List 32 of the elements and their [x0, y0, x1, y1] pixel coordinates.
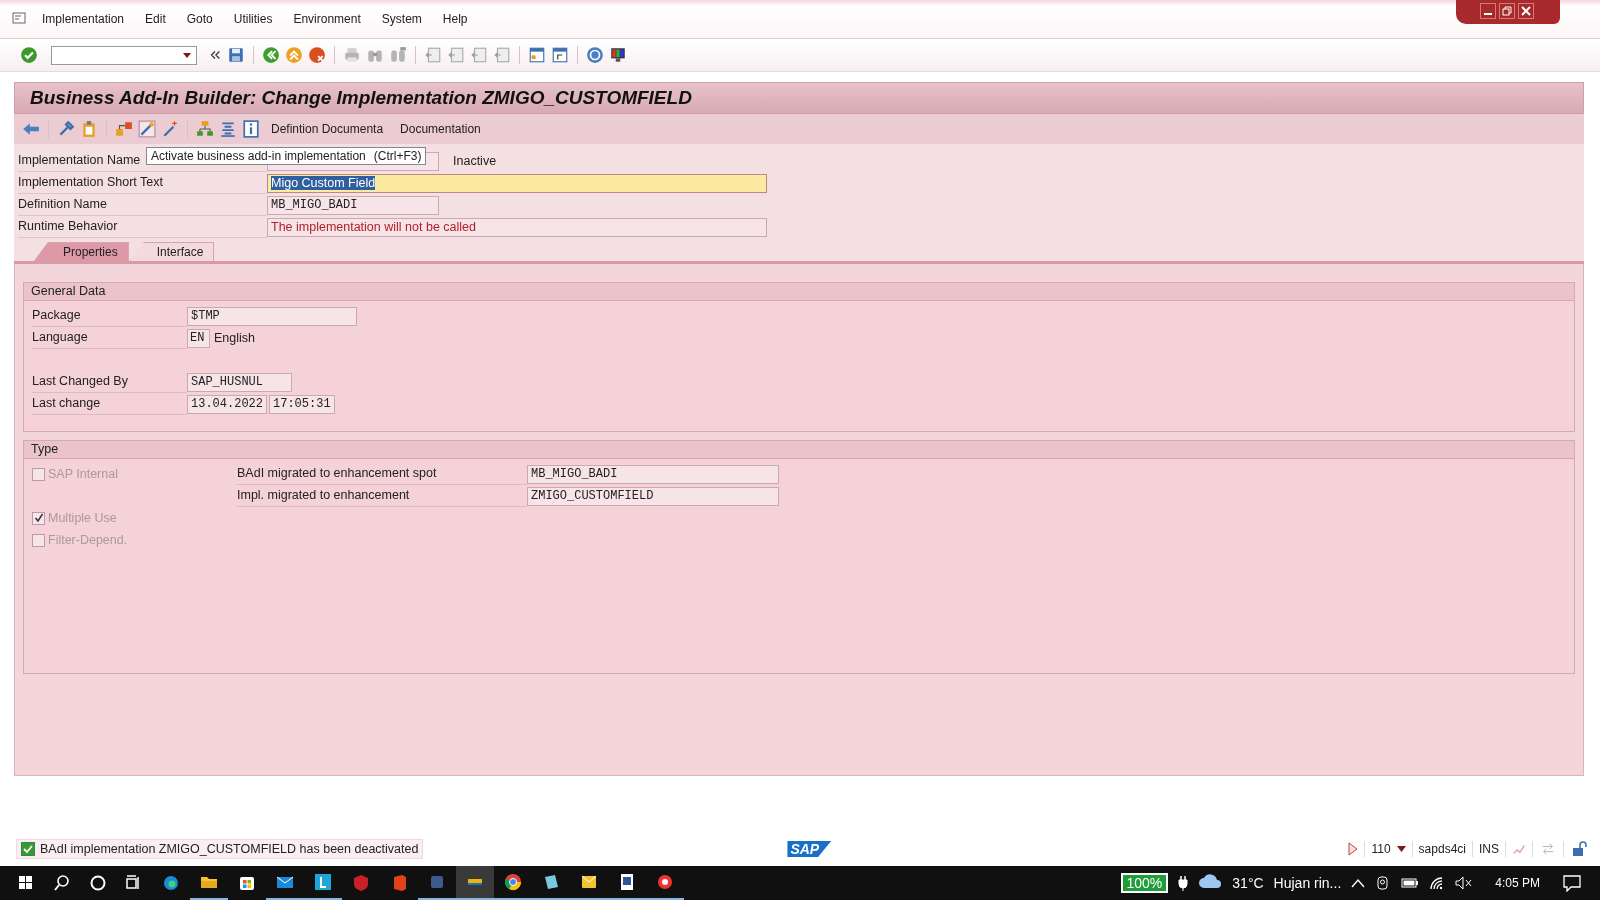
output-field: 13.04.2022	[187, 394, 267, 414]
field-label: Implementation Short Text	[18, 172, 267, 194]
checkbox-label: Filter-Depend.	[48, 533, 128, 547]
battery-percent: 100%	[1120, 873, 1169, 893]
checkbox-label: SAP Internal	[48, 467, 118, 481]
screen-title: Business Add-In Builder: Change Implementation ZMIGO_CUSTOMFIELD	[30, 87, 692, 109]
field-label: BAdI migrated to enhancement spot	[237, 463, 527, 485]
client-number: 110	[1371, 842, 1391, 856]
tooltip-text: Activate business add-in implementation	[151, 149, 366, 163]
output-field: EN	[187, 328, 210, 348]
field-label: Definition Name	[18, 194, 267, 216]
status-text: BAdI implementation ZMIGO_CUSTOMFIELD has been deactivated	[40, 842, 419, 856]
group-title: General Data	[31, 284, 106, 298]
output-field: 17:05:31	[269, 394, 335, 414]
weather-text: Hujan rin...	[1273, 875, 1342, 891]
output-field: ZMIGO_CUSTOMFIELD	[527, 486, 779, 506]
selected-text: Migo Custom Field	[271, 175, 376, 190]
temperature: 31°C	[1232, 875, 1264, 891]
group-title: Type	[31, 442, 59, 456]
input-mode: INS	[1479, 842, 1499, 856]
status-text: Inactive	[453, 154, 497, 168]
output-field: $TMP	[187, 306, 357, 326]
field-label: Impl. migrated to enhancement	[237, 485, 527, 507]
clock: 4:05 PM	[1495, 876, 1540, 890]
shortcut-text: (Ctrl+F3)	[373, 149, 422, 163]
server-name: sapds4ci	[1418, 842, 1466, 856]
language-name: English	[214, 331, 255, 345]
output-field: SAP_HUSNUL	[187, 372, 292, 392]
output-field: MB_MIGO_BADI	[527, 464, 779, 484]
checkbox-label: Multiple Use	[48, 511, 117, 525]
sap-logo: SAP	[787, 841, 832, 857]
output-field: The implementation will not be called	[267, 217, 767, 237]
